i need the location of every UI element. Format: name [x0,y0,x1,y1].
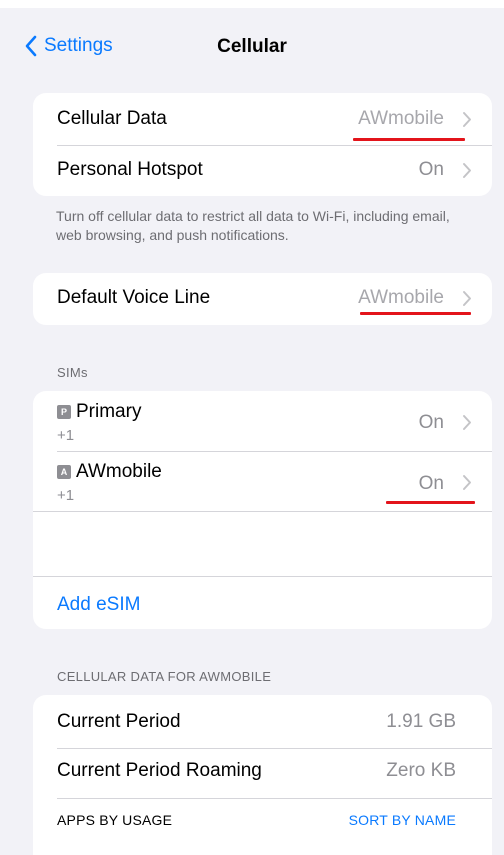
sim-name: A AWmobile [57,461,162,483]
sim-status: On [418,412,444,433]
status-bar [0,0,504,8]
sim-number: +1 [57,487,75,504]
chevron-right-icon [463,415,471,430]
annotation-underline [386,501,475,504]
current-period-roaming-row: Current Period Roaming Zero KB [33,748,492,802]
divider [33,511,492,512]
personal-hotspot-label: Personal Hotspot [57,159,203,180]
personal-hotspot-value: On [418,159,444,180]
sim-badge-icon: P [57,405,71,419]
chevron-right-icon [463,112,471,127]
chevron-right-icon [463,475,471,490]
sim-badge-icon: A [57,465,71,479]
current-period-roaming-value: Zero KB [386,760,456,781]
default-voice-line-value: AWmobile [358,287,444,308]
chevron-right-icon [463,163,471,178]
current-period-row: Current Period 1.91 GB [33,695,492,749]
current-period-value: 1.91 GB [386,711,456,732]
usage-group: Current Period 1.91 GB Current Period Ro… [33,695,492,855]
page-title: Cellular [217,36,287,57]
sims-group: P Primary +1 On A AWmobile +1 On Add eSIM [33,391,492,629]
sim-name-label: AWmobile [76,461,162,482]
sim-name: P Primary [57,401,141,423]
current-period-roaming-label: Current Period Roaming [57,760,262,781]
cellular-settings-group: Cellular Data AWmobile Personal Hotspot … [33,93,492,196]
navigation-bar: Settings Cellular [0,8,504,80]
default-voice-line-label: Default Voice Line [57,287,211,308]
divider [57,798,492,799]
annotation-underline [353,138,465,141]
current-period-label: Current Period [57,711,181,732]
sim-number: +1 [57,427,75,444]
default-voice-line-row[interactable]: Default Voice Line AWmobile [33,273,492,325]
sims-section-header: SIMs [57,365,88,380]
chevron-right-icon [463,291,471,306]
sort-by-name-button[interactable]: SORT BY NAME [349,812,456,828]
voice-line-group: Default Voice Line AWmobile [33,273,492,325]
cellular-data-footer: Turn off cellular data to restrict all d… [56,208,450,243]
usage-section-header: CELLULAR DATA FOR AWMOBILE [57,669,272,684]
cellular-data-label: Cellular Data [57,108,167,129]
sim-name-label: Primary [76,401,142,422]
divider [33,576,492,577]
add-esim-button[interactable]: Add eSIM [57,594,140,616]
annotation-underline [360,312,471,315]
apps-by-usage-label: APPS BY USAGE [57,812,173,828]
personal-hotspot-row[interactable]: Personal Hotspot On [33,144,492,196]
sim-row-primary[interactable]: P Primary +1 On [33,391,492,452]
sim-status: On [418,473,444,494]
cellular-data-value: AWmobile [358,108,444,129]
